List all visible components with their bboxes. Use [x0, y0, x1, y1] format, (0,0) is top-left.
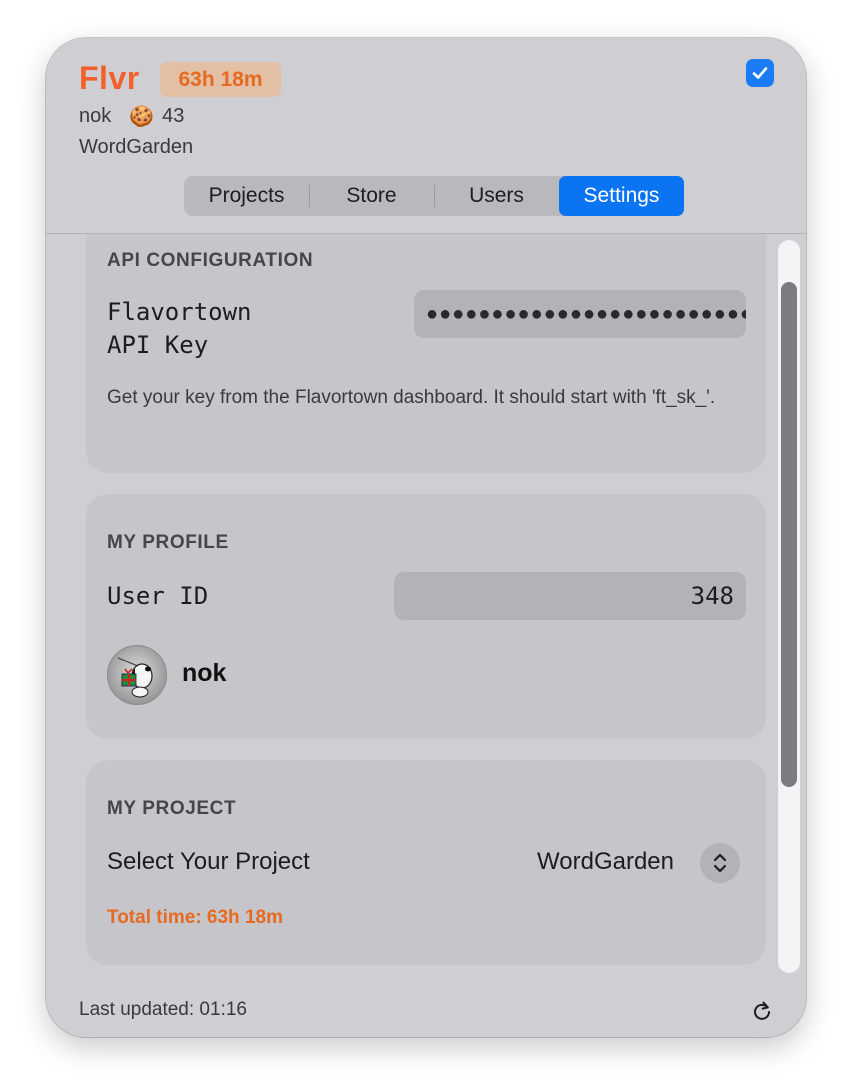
current-project: WordGarden — [79, 136, 194, 158]
api-key-label-line2: API Key — [107, 331, 209, 359]
refresh-icon — [754, 1001, 770, 1020]
tab-users[interactable]: Users — [434, 176, 559, 216]
api-key-field[interactable]: ●●●●●●●●●●●●●●●●●●●●●●●●● — [414, 290, 746, 338]
checkmark-icon — [752, 67, 768, 79]
api-config-title: API CONFIGURATION — [107, 250, 314, 271]
chevron-up-down-icon — [713, 853, 727, 873]
avatar — [107, 645, 167, 705]
project-select-label: Select Your Project — [107, 848, 310, 875]
cookie-icon: 🍪 — [129, 106, 155, 128]
total-time-badge: 63h 18m — [160, 62, 281, 97]
username: nok — [79, 105, 112, 127]
user-summary: nok 🍪 43 — [79, 104, 184, 129]
api-config-card: API CONFIGURATION Flavortown API Key ●●●… — [86, 234, 766, 473]
profile-name: nok — [182, 659, 227, 687]
enable-checkbox[interactable] — [746, 59, 774, 87]
tab-projects[interactable]: Projects — [184, 176, 309, 216]
tab-bar: Projects Store Users Settings — [184, 176, 684, 216]
user-id-label: User ID — [107, 582, 209, 610]
app-logo: Flvr — [79, 60, 140, 96]
tab-store[interactable]: Store — [309, 176, 434, 216]
user-id-value: 348 — [690, 582, 734, 610]
footer: Last updated: 01:16 — [46, 980, 806, 1037]
cookie-count: 43 — [162, 105, 185, 127]
api-key-masked-value: ●●●●●●●●●●●●●●●●●●●●●●●●● — [426, 302, 746, 325]
profile-title: MY PROFILE — [107, 532, 229, 553]
api-key-help: Get your key from the Flavortown dashboa… — [107, 387, 716, 408]
project-total-time: Total time: 63h 18m — [107, 907, 283, 928]
last-updated: Last updated: 01:16 — [79, 999, 247, 1020]
tab-settings[interactable]: Settings — [559, 176, 684, 216]
api-key-label-line1: Flavortown — [107, 298, 252, 326]
project-select-value[interactable]: WordGarden — [537, 848, 674, 876]
snoopy-avatar-icon — [117, 657, 153, 698]
api-key-label: Flavortown API Key — [107, 296, 252, 362]
project-card: MY PROJECT Select Your Project WordGarde… — [86, 760, 766, 965]
project-title: MY PROJECT — [107, 798, 237, 819]
scrollbar-thumb[interactable] — [781, 282, 797, 787]
refresh-button[interactable] — [750, 999, 774, 1023]
scrollbar[interactable] — [778, 240, 800, 973]
header: Flvr 63h 18m nok 🍪 43 WordGarden Project… — [46, 38, 806, 234]
app-window: Flvr 63h 18m nok 🍪 43 WordGarden Project… — [46, 38, 806, 1037]
settings-scroll-area[interactable]: API CONFIGURATION Flavortown API Key ●●●… — [46, 234, 806, 980]
project-select-stepper[interactable] — [700, 843, 740, 883]
user-id-field[interactable]: 348 — [394, 572, 746, 620]
profile-card: MY PROFILE User ID 348 nok — [86, 494, 766, 739]
